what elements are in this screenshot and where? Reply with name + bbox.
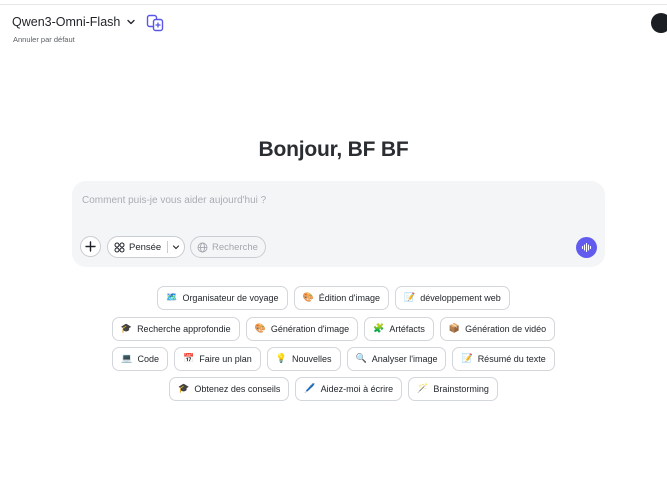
chip-label: Obtenez des conseils xyxy=(194,384,281,394)
chip-label: Génération de vidéo xyxy=(465,324,547,334)
chip-label: Brainstorming xyxy=(433,384,489,394)
suggestion-row: 🎓 Recherche approfondie 🎨 Génération d'ima… xyxy=(0,317,667,341)
chip-label: développement web xyxy=(420,293,501,303)
plus-icon xyxy=(85,241,96,252)
compare-models-icon[interactable] xyxy=(146,14,164,32)
greeting-title: Bonjour, BF BF xyxy=(258,138,409,161)
magic-wand-icon: 🪄 xyxy=(417,384,429,394)
suggestion-chip-summary[interactable]: 📝 Résumé du texte xyxy=(452,347,555,371)
model-selector[interactable]: Qwen3-Omni-Flash xyxy=(12,15,136,29)
thinking-toggle[interactable]: Pensée xyxy=(107,236,185,258)
memo-icon: 📝 xyxy=(461,354,473,364)
memo-icon: 📝 xyxy=(403,293,416,303)
chip-label: Code xyxy=(137,354,159,364)
package-icon: 📦 xyxy=(448,324,461,334)
chip-label: Aidez-moi à écrire xyxy=(320,384,394,394)
chip-label: Édition d'image xyxy=(318,293,380,303)
magnifier-icon: 🔍 xyxy=(355,354,367,364)
chip-label: Analyser l'image xyxy=(371,354,438,364)
palette-icon: 🎨 xyxy=(302,293,314,303)
top-divider xyxy=(0,4,667,5)
chip-label: Artéfacts xyxy=(389,324,425,334)
avatar[interactable] xyxy=(651,13,667,33)
thinking-label: Pensée xyxy=(129,241,162,253)
chevron-down-icon xyxy=(127,19,136,25)
chip-label: Nouvelles xyxy=(291,354,332,364)
calendar-icon: 📅 xyxy=(182,354,195,364)
suggestion-chip-plan[interactable]: 📅 Faire un plan xyxy=(173,347,261,371)
suggestion-chip-writing[interactable]: 🖊️ Aidez-moi à écrire xyxy=(295,377,403,401)
suggestion-chip-analyze-image[interactable]: 🔍 Analyser l'image xyxy=(346,347,447,371)
suggestion-row: 💻 Code 📅 Faire un plan 💡 Nouvelles 🔍 Analyse… xyxy=(0,347,667,371)
thinking-icon xyxy=(114,242,125,252)
chip-label: Résumé du texte xyxy=(477,354,546,364)
laptop-icon: 💻 xyxy=(121,354,133,364)
voice-input-button[interactable] xyxy=(576,237,597,258)
reset-default-link[interactable]: Annuler par défaut xyxy=(13,35,75,44)
suggestion-chip-news[interactable]: 💡 Nouvelles xyxy=(266,347,341,371)
suggestion-chip-brainstorming[interactable]: 🪄 Brainstorming xyxy=(408,377,498,401)
map-icon: 🗺️ xyxy=(166,293,178,303)
suggestion-chip-video-gen[interactable]: 📦 Génération de vidéo xyxy=(439,317,556,341)
suggestion-chip-web-dev[interactable]: 📝 développement web xyxy=(394,286,510,310)
suggestion-row: 🗺️ Organisateur de voyage 🎨 Édition d'imag… xyxy=(0,286,667,310)
suggestion-chip-deep-research[interactable]: 🎓 Recherche approfondie xyxy=(111,317,240,341)
chip-label: Organisateur de voyage xyxy=(182,293,279,303)
chip-label: Faire un plan xyxy=(199,354,252,364)
web-search-toggle[interactable]: Recherche xyxy=(190,236,266,258)
suggestion-chip-advice[interactable]: 🎓 Obtenez des conseils xyxy=(169,377,290,401)
graduation-cap-icon: 🎓 xyxy=(178,384,190,394)
suggestion-chip-image-edit[interactable]: 🎨 Édition d'image xyxy=(293,286,389,310)
graduation-cap-icon: 🎓 xyxy=(120,324,133,334)
chat-input[interactable] xyxy=(82,191,592,209)
model-name: Qwen3-Omni-Flash xyxy=(12,15,121,29)
suggestion-row: 🎓 Obtenez des conseils 🖊️ Aidez-moi à écri… xyxy=(0,377,667,401)
chevron-down-icon xyxy=(173,245,180,250)
audio-wave-icon xyxy=(581,242,592,253)
suggestion-chip-code[interactable]: 💻 Code xyxy=(112,347,168,371)
palette-icon: 🎨 xyxy=(254,324,266,334)
chip-label: Recherche approfondie xyxy=(137,324,231,334)
lightbulb-icon: 💡 xyxy=(275,354,287,364)
suggestion-chip-travel[interactable]: 🗺️ Organisateur de voyage xyxy=(157,286,288,310)
suggestion-chip-image-gen[interactable]: 🎨 Génération d'image xyxy=(245,317,359,341)
globe-icon xyxy=(197,242,208,252)
puzzle-icon: 🧩 xyxy=(373,324,385,334)
chat-composer: Pensée Recherche xyxy=(72,181,605,267)
thinking-dropdown[interactable] xyxy=(172,243,180,251)
chip-label: Génération d'image xyxy=(270,324,350,334)
web-search-label: Recherche xyxy=(212,241,258,253)
suggestion-chip-artifacts[interactable]: 🧩 Artéfacts xyxy=(364,317,434,341)
attach-button[interactable] xyxy=(80,236,101,257)
pen-icon: 🖊️ xyxy=(304,384,316,394)
divider xyxy=(167,241,169,253)
